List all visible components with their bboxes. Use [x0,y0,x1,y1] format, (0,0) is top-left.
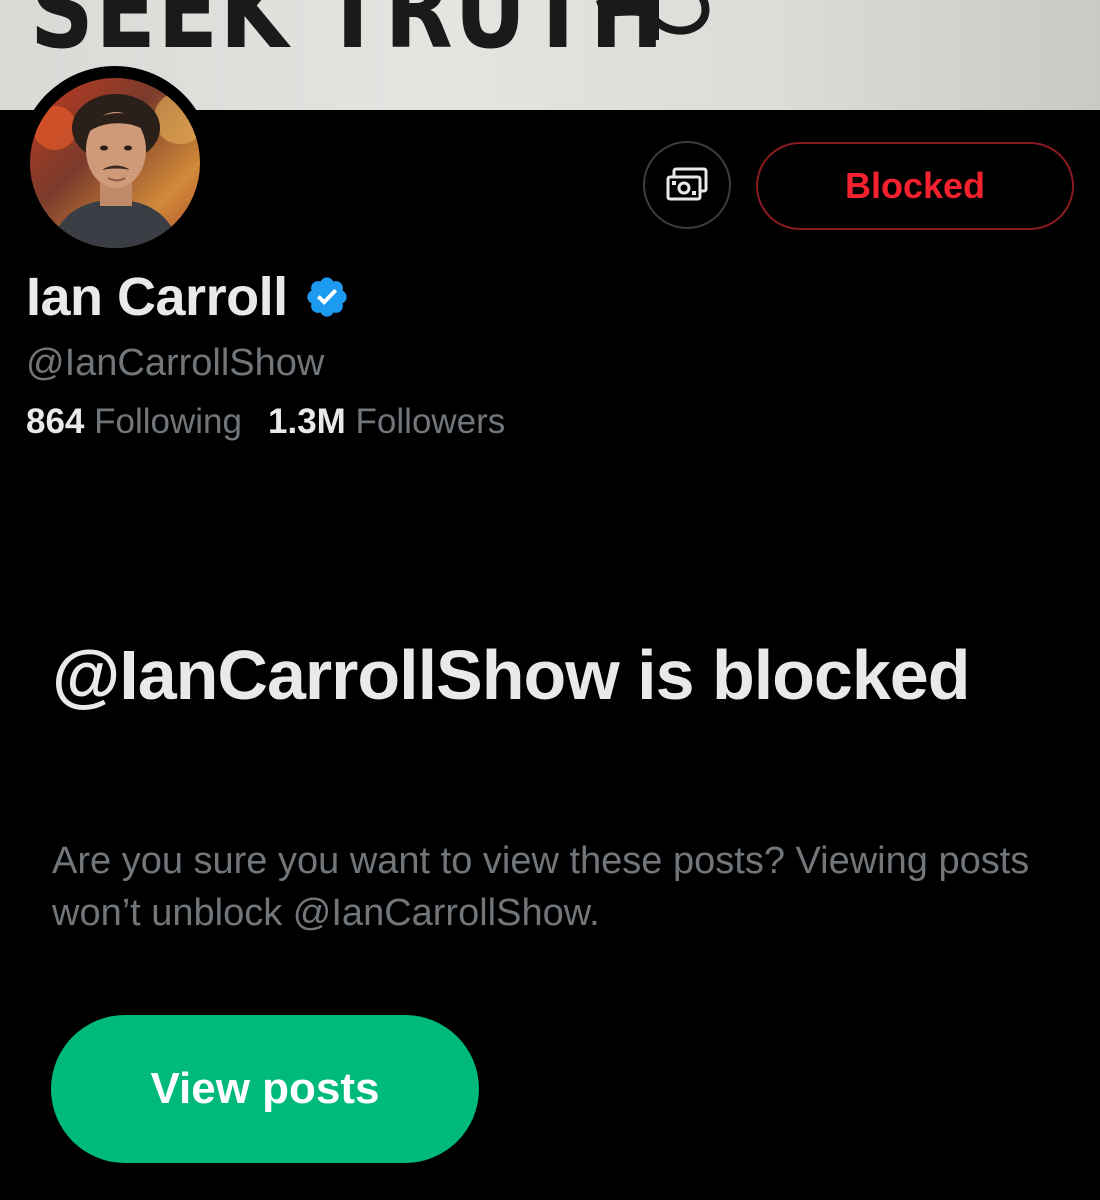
followers-count: 1.3M [268,402,346,441]
blocked-notice-description: Are you sure you want to view these post… [52,840,1030,934]
profile-handle: @IanCarrollShow [26,342,325,384]
profile-name-row: Ian Carroll [26,262,350,332]
blocked-notice-title: @IanCarrollShow is blocked [52,636,970,714]
blocked-button[interactable]: Blocked [756,142,1074,230]
avatar[interactable] [18,66,212,260]
banner-text: SEEK TRUTH [30,0,666,73]
view-posts-button[interactable]: View posts [51,1015,479,1163]
money-icon [666,167,708,201]
avatar-photo [30,78,200,248]
profile-stats: 864 Following 1.3M Followers [26,402,505,442]
following-link[interactable]: 864 Following [26,402,242,442]
banner-logo-icon [596,0,710,40]
tip-button[interactable] [643,141,731,229]
verified-badge-icon[interactable] [304,274,350,320]
following-count: 864 [26,402,85,441]
following-label: Following [94,402,242,441]
display-name: Ian Carroll [26,267,288,327]
followers-link[interactable]: 1.3M Followers [268,402,505,442]
followers-label: Followers [355,402,506,441]
